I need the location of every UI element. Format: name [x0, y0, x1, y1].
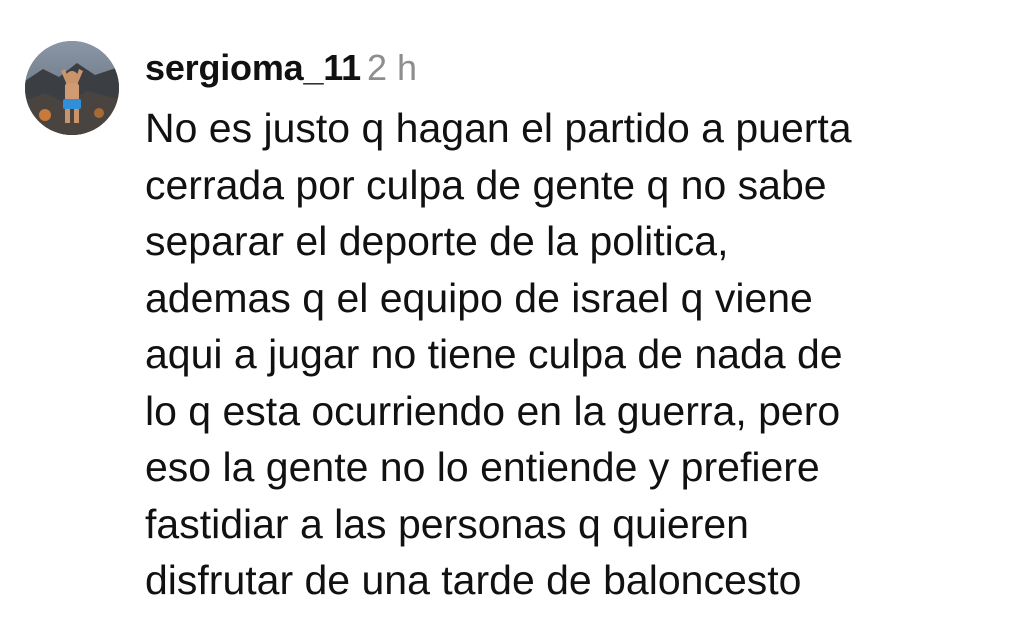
comment-line: ademas q el equipo de israel q viene: [145, 274, 813, 321]
comment-line: separar el deporte de la politica,: [145, 218, 729, 264]
comment-line: No es justo q hagan el partido a puerta: [145, 105, 852, 151]
comment-line: cerrada por culpa de gente q no sabe: [145, 161, 827, 208]
timestamp: 2 h: [366, 47, 417, 88]
username-link[interactable]: sergioma_11: [145, 47, 361, 88]
comment-line: eso la gente no lo entiende y prefiere: [145, 444, 820, 490]
comment-line: disfrutar de una tarde de baloncesto: [145, 557, 802, 603]
comment-header: sergioma_11 2 h: [145, 44, 417, 100]
comment-line: aqui a jugar no tiene culpa de nada de: [145, 331, 843, 377]
avatar-photo-icon: [25, 41, 119, 135]
avatar[interactable]: [25, 41, 119, 135]
comment-text: No es justo q hagan el partido a puerta …: [145, 100, 995, 609]
comment-line: fastidiar a las personas q quieren: [145, 500, 749, 547]
comment: sergioma_11 2 h No es justo q hagan el pa…: [0, 0, 1009, 625]
comment-line: lo q esta ocurriendo en la guerra, pero: [145, 387, 841, 434]
